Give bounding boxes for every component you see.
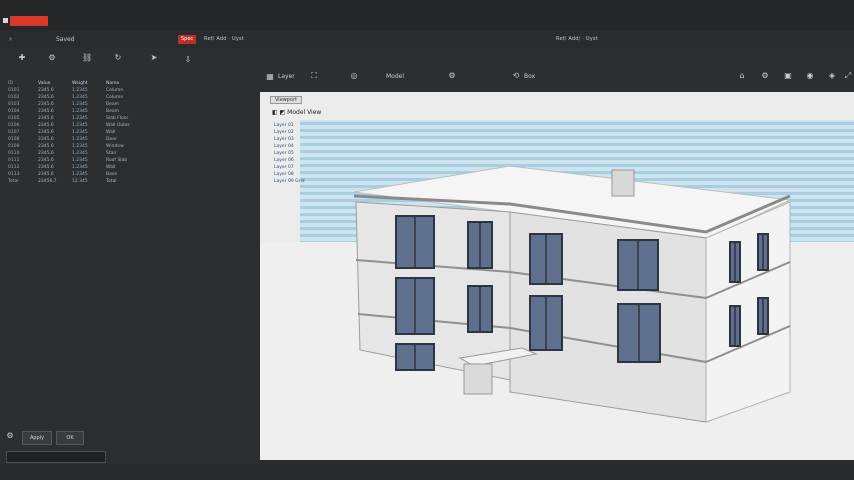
sky-stripe <box>300 136 854 139</box>
title-bar <box>0 0 854 30</box>
list-item[interactable]: Layer 07 <box>274 164 354 171</box>
table-row[interactable]: 0103 2345.6 1.2345 Beam <box>8 101 168 108</box>
table-row[interactable]: 0108 2345.6 1.2345 Door <box>8 136 168 143</box>
table-row[interactable]: 0107 2345.6 1.2345 Wall <box>8 129 168 136</box>
view-icon[interactable]: ◧ ◩ <box>272 109 287 116</box>
command-input[interactable] <box>6 451 106 463</box>
zoom-label[interactable]: Box <box>524 73 535 80</box>
settings-icon[interactable]: ⚙ <box>448 72 456 80</box>
plus-icon[interactable]: ✚ <box>18 54 26 62</box>
column-header[interactable]: ID <box>8 80 38 87</box>
list-item[interactable]: Layer 06 <box>274 157 354 164</box>
list-item[interactable]: Layer 05 <box>274 150 354 157</box>
measure-icon[interactable]: ⛶ <box>310 72 318 80</box>
table-row[interactable]: 0110 2345.6 1.2345 Stair <box>8 150 168 157</box>
list-item[interactable]: Layer 08 <box>274 171 354 178</box>
home-icon[interactable]: ⌂ <box>738 72 746 80</box>
pin-icon[interactable]: ⇩ <box>184 56 192 64</box>
sky-stripe <box>300 122 854 125</box>
properties-table: ID Value Weight Name 0101 2345.6 1.2345 Col… <box>8 80 168 185</box>
sky-stripe <box>300 150 854 153</box>
document-path: Ref/ Add · Uyst <box>204 36 244 42</box>
expand-icon[interactable]: ⤢ <box>844 72 852 80</box>
table-row[interactable]: 0113 2345.6 1.2345 Base <box>8 171 168 178</box>
tab-document[interactable]: Saved <box>56 36 75 43</box>
table-row[interactable]: 0111 2345.6 1.2345 Roof Slab <box>8 157 168 164</box>
rotate-icon[interactable]: ↻ <box>114 54 122 62</box>
column-header[interactable]: Weight <box>72 80 106 87</box>
view-mode-label[interactable]: Model <box>386 73 404 80</box>
viewport-toolbar: ▦ Layer ⛶ ◎ Model ⚙ ⟲ Box ⌂ ⚙ ▣ ◉ ◈ ⤢ <box>258 66 854 88</box>
model-view-label: ◧ ◩ Model View <box>272 109 322 116</box>
target-icon[interactable]: ◎ <box>350 72 358 80</box>
tab-row: × · Saved Spec Ref/ Add · Uyst Ref/ Add/… <box>0 30 854 48</box>
app-menu-icon[interactable] <box>3 18 8 23</box>
column-header[interactable]: Value <box>38 80 72 87</box>
table-row[interactable]: 0112 2345.6 1.2345 Wall <box>8 164 168 171</box>
camera-icon[interactable]: ◉ <box>806 72 814 80</box>
gear-icon[interactable]: ⚙ <box>48 54 56 62</box>
list-item[interactable]: Layer 09 Grid <box>274 178 354 185</box>
table-total-row: Total 23456.7 12.345 Total <box>8 179 117 184</box>
app-window: × · Saved Spec Ref/ Add · Uyst Ref/ Add/… <box>0 0 854 480</box>
ok-button[interactable]: OK <box>56 431 84 445</box>
cube-icon[interactable]: ◈ <box>828 72 836 80</box>
layer-label[interactable]: Layer <box>278 73 295 80</box>
app-logo <box>10 16 48 26</box>
list-item[interactable]: Layer 04 <box>274 143 354 150</box>
status-badge: Spec <box>178 35 197 44</box>
list-item[interactable]: Layer 01 <box>274 122 354 129</box>
sky-stripe <box>300 171 854 174</box>
table-row[interactable]: 0102 2345.6 1.2345 Column <box>8 94 168 101</box>
reference-path: Ref/ Add/ · Uyst <box>556 36 598 42</box>
table-row[interactable]: 0109 2345.6 1.2345 Window <box>8 143 168 150</box>
layers-icon[interactable]: ▦ <box>266 73 274 81</box>
tab-close-icon[interactable]: × · <box>8 36 17 43</box>
gear-icon[interactable]: ⚙ <box>761 72 769 80</box>
settings-icon[interactable]: ⚙ <box>6 432 14 440</box>
list-item[interactable]: Layer 02 <box>274 129 354 136</box>
link-icon[interactable]: ⛓ <box>82 54 92 62</box>
table-row[interactable]: 0105 2345.6 1.2345 Slab Floor <box>8 115 168 122</box>
sky-stripe <box>300 129 854 132</box>
sky-stripe <box>300 143 854 146</box>
arrow-icon[interactable]: ➤ <box>150 54 158 62</box>
table-header: ID Value Weight Name <box>8 80 168 87</box>
window-icon[interactable]: ▣ <box>784 72 792 80</box>
list-item[interactable]: Layer 03 <box>274 136 354 143</box>
table-row[interactable]: 0101 2345.6 1.2345 Column <box>8 87 168 94</box>
fit-icon[interactable]: ⟲ <box>512 72 520 80</box>
sky-stripe <box>300 157 854 160</box>
bottom-strip <box>0 464 854 480</box>
column-header[interactable]: Name <box>106 80 156 87</box>
table-row[interactable]: 0106 2345.6 1.2345 Wall Outer <box>8 122 168 129</box>
apply-button[interactable]: Apply <box>22 431 52 445</box>
left-toolbar: ✚ ⚙ ⛓ ↻ ➤ ⇩ <box>0 48 258 70</box>
entrance-door <box>463 363 493 395</box>
table-row[interactable]: 0104 2345.6 1.2345 Beam <box>8 108 168 115</box>
layer-list: Layer 01 Layer 02 Layer 03 Layer 04 Laye… <box>274 122 354 185</box>
sky-stripe <box>300 164 854 167</box>
viewport-tab[interactable]: Viewport <box>270 96 303 104</box>
